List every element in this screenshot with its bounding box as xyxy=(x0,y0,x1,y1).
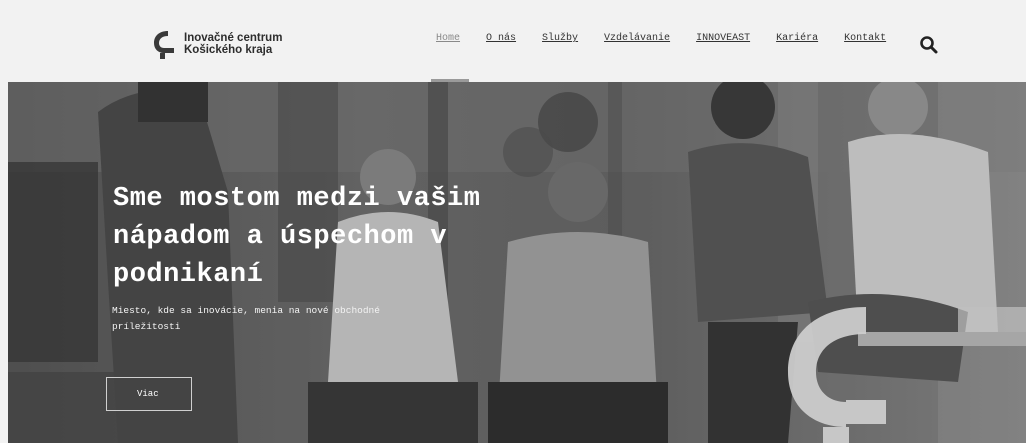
nav-item-kontakt[interactable]: Kontakt xyxy=(844,33,886,44)
hero-subtitle: Miesto, kde sa inovácie, menia na nové o… xyxy=(112,305,380,332)
search-icon xyxy=(920,36,938,54)
main-nav: Home O nás Služby Vzdelávanie INNOVEAST … xyxy=(436,33,912,44)
hero-title: Sme mostom medzi vašim nápadom a úspecho… xyxy=(113,184,481,290)
nav-item-o-nas[interactable]: O nás xyxy=(486,33,516,44)
nav-item-home[interactable]: Home xyxy=(436,33,460,44)
nav-item-innoveast[interactable]: INNOVEAST xyxy=(696,33,750,44)
search-button[interactable] xyxy=(919,35,939,55)
nav-item-vzdelavanie[interactable]: Vzdelávanie xyxy=(604,33,670,44)
logo[interactable]: Inovačné centrum Košického kraja xyxy=(150,28,282,60)
logo-line-1: Inovačné centrum xyxy=(184,32,283,44)
logo-icon xyxy=(154,31,174,59)
logo-text: Inovačné centrum Košického kraja xyxy=(184,32,282,56)
hero-section: Sme mostom medzi vašim nápadom a úspecho… xyxy=(8,82,1026,443)
page: Inovačné centrum Košického kraja Home O … xyxy=(0,0,1026,443)
logo-line-2: Košického kraja xyxy=(184,44,273,56)
more-button[interactable]: Viac xyxy=(106,377,192,411)
nav-item-sluzby[interactable]: Služby xyxy=(542,33,578,44)
site-header: Inovačné centrum Košického kraja Home O … xyxy=(8,8,1026,82)
nav-item-kariera[interactable]: Kariéra xyxy=(776,33,818,44)
